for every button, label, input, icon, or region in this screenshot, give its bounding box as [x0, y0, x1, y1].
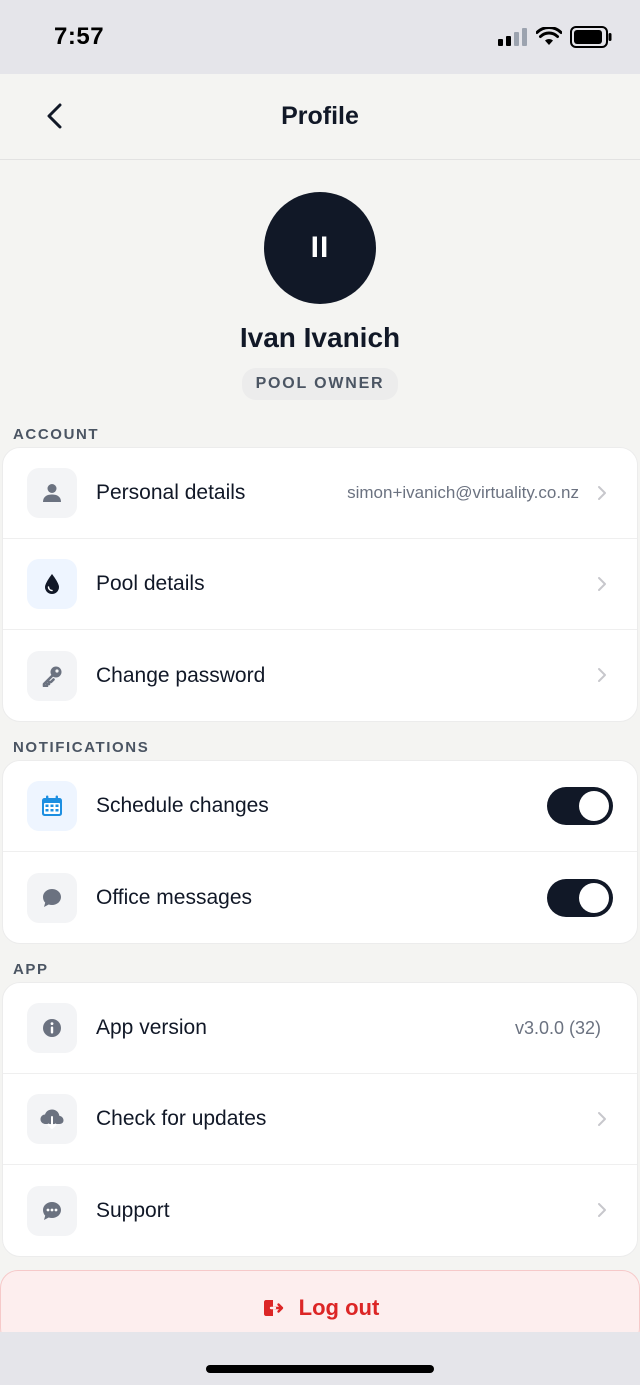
home-indicator-area — [0, 1332, 640, 1385]
wifi-icon — [536, 27, 562, 45]
notifications-card: Schedule changes Office messages — [2, 760, 638, 944]
check-for-updates-row[interactable]: Check for updates — [3, 1074, 637, 1165]
icon-box — [27, 1003, 77, 1053]
row-label: Office messages — [96, 885, 253, 909]
section-label-account: ACCOUNT — [13, 426, 100, 443]
profile-header: II Ivan Ivanich POOL OWNER — [0, 160, 640, 420]
chevron-left-icon — [47, 103, 62, 129]
person-icon — [43, 484, 61, 502]
battery-icon — [570, 26, 612, 48]
navigation-bar: Profile — [0, 74, 640, 160]
role-badge: POOL OWNER — [241, 368, 399, 400]
chat-bubble-icon — [43, 888, 61, 907]
office-messages-toggle[interactable] — [547, 878, 613, 917]
chevron-right-icon — [598, 668, 606, 682]
app-version-row: App version v3.0.0 (32) — [3, 983, 637, 1074]
row-label: Change password — [96, 663, 266, 687]
icon-box — [27, 1094, 77, 1144]
app-card: App version v3.0.0 (32) Check for update… — [2, 982, 638, 1257]
row-label: Pool details — [96, 572, 205, 595]
status-icons — [498, 26, 612, 48]
pool-details-row[interactable]: Pool details — [3, 539, 637, 630]
account-card: Personal details simon+ivanich@virtualit… — [2, 447, 638, 722]
back-button[interactable] — [32, 94, 76, 138]
support-row[interactable]: Support — [3, 1165, 637, 1256]
key-icon — [42, 666, 62, 687]
row-label: Check for updates — [96, 1107, 267, 1130]
row-label: Personal details — [96, 481, 246, 504]
chevron-right-icon — [598, 577, 606, 591]
home-indicator[interactable] — [206, 1365, 434, 1373]
page-title: Profile — [281, 102, 359, 130]
support-chat-icon — [43, 1201, 61, 1220]
logout-label: Log out — [298, 1295, 380, 1320]
user-name: Ivan Ivanich — [239, 322, 401, 353]
logout-icon — [263, 1300, 283, 1316]
app-version-value: v3.0.0 (32) — [514, 1017, 601, 1038]
icon-box — [27, 872, 77, 923]
schedule-changes-row: Schedule changes — [3, 761, 637, 852]
office-messages-row: Office messages — [3, 852, 637, 943]
chevron-right-icon — [598, 486, 606, 500]
chevron-right-icon — [598, 1203, 606, 1217]
chevron-right-icon — [598, 1112, 606, 1126]
section-label-app: APP — [13, 961, 49, 978]
email-value: simon+ivanich@virtuality.co.nz — [347, 483, 579, 502]
avatar: II — [264, 192, 376, 304]
icon-box — [27, 559, 77, 609]
status-bar: 7:57 — [0, 0, 640, 74]
row-label: App version — [96, 1016, 207, 1039]
cloud-download-icon — [40, 1109, 64, 1129]
info-icon — [43, 1019, 61, 1037]
toggle-knob — [579, 791, 609, 821]
change-password-row[interactable]: Change password — [3, 630, 637, 721]
schedule-changes-toggle[interactable] — [547, 787, 613, 825]
icon-box — [27, 468, 77, 518]
icon-box — [27, 650, 77, 701]
row-label: Schedule changes — [96, 794, 269, 817]
icon-box — [27, 1185, 77, 1236]
cellular-signal-icon — [498, 28, 527, 46]
row-label: Support — [96, 1198, 170, 1222]
section-label-notifications: NOTIFICATIONS — [13, 739, 150, 756]
water-drop-icon — [45, 574, 59, 594]
toggle-knob — [579, 882, 609, 913]
icon-box — [27, 781, 77, 831]
status-time: 7:57 — [54, 23, 105, 50]
personal-details-row[interactable]: Personal details simon+ivanich@virtualit… — [3, 448, 637, 539]
calendar-icon — [42, 795, 62, 816]
